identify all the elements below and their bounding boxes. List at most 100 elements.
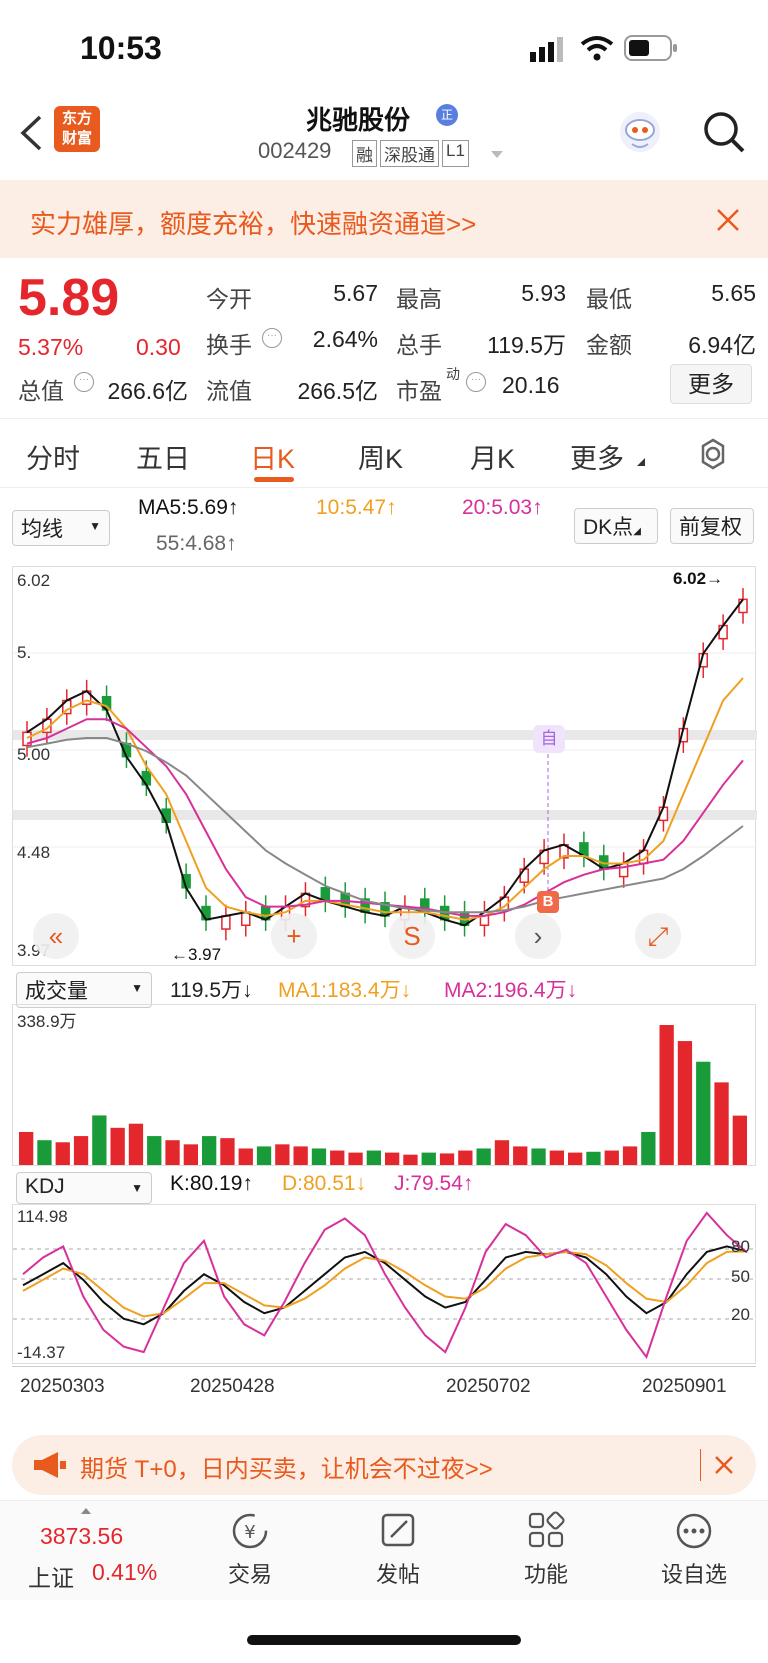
back-arrow-icon[interactable] (18, 114, 44, 152)
volume-bar (183, 1144, 198, 1165)
promo-banner[interactable]: 实力雄厚，额度充裕，快速融资通道>> (0, 180, 768, 258)
volume-bar (732, 1115, 747, 1165)
y-label-max: 6.02 (17, 571, 51, 590)
volume-label: 总手 (396, 332, 442, 358)
volume-bar (659, 1025, 674, 1165)
robot-assistant-icon[interactable] (616, 108, 664, 156)
kdj-min-label: -14.37 (17, 1343, 66, 1362)
amount-label: 金额 (586, 332, 632, 358)
logo-text-line-2: 财富 (61, 130, 92, 147)
change-amount: 0.30 (136, 334, 181, 360)
pe-label: 市盈 (396, 378, 442, 404)
volume-bar (513, 1146, 528, 1165)
buy-marker[interactable]: B (537, 891, 559, 913)
self-marker[interactable]: 自 (533, 725, 565, 753)
index-value[interactable]: 3873.56 (40, 1523, 123, 1550)
volume-bar (622, 1146, 638, 1165)
candle (618, 862, 629, 878)
ma55-legend: 55:4.68↑ (156, 532, 237, 555)
info-icon[interactable]: ··· (466, 372, 486, 392)
zoom-in-button[interactable]: + (271, 913, 317, 959)
nav-post[interactable]: 发帖 (348, 1511, 448, 1589)
adjust-button[interactable]: 前复权 (670, 508, 754, 544)
volume-bar (55, 1142, 70, 1165)
volume-bar (641, 1131, 656, 1165)
kdj-chart[interactable] (13, 1205, 757, 1365)
volume-bar (458, 1150, 473, 1165)
more-triangle-icon[interactable] (636, 457, 646, 467)
nav-trade[interactable]: ¥ 交易 (200, 1511, 300, 1589)
fullscreen-button[interactable]: ⤢ (635, 913, 681, 959)
bottom-nav: 3873.56 上证 0.41% ¥ 交易 发帖 功能 设自选 (0, 1500, 768, 1600)
low-label: 最低 (586, 286, 632, 312)
kdj-line-j (22, 1211, 748, 1360)
logo-text-line-1: 东方 (61, 110, 92, 127)
kdj-panel[interactable]: 114.98 -14.37 80 50 20 (12, 1204, 757, 1365)
index-change[interactable]: 0.41% (92, 1559, 157, 1586)
volume-bar (421, 1152, 436, 1165)
next-button[interactable]: › (515, 913, 561, 959)
gear-icon[interactable] (696, 437, 730, 471)
period-tabs: 分时 五日 日K 周K 月K 更多 (0, 418, 768, 488)
y-label: 5. (17, 643, 32, 662)
info-icon[interactable]: ··· (262, 328, 282, 348)
date-label: 20250901 (642, 1376, 727, 1397)
battery-icon (624, 35, 677, 61)
ma10-legend: 10:5.47↑ (316, 496, 397, 519)
kdj-select-label: KDJ (25, 1175, 65, 1198)
candle (141, 770, 152, 786)
float-cap-label: 流值 (206, 378, 252, 404)
volume-bar (19, 1131, 34, 1165)
kdj-select[interactable]: KDJ ▼ (16, 1172, 152, 1204)
sell-signal-button[interactable]: S (389, 913, 435, 959)
tab-five-day[interactable]: 五日 (136, 437, 190, 476)
info-icon[interactable]: ··· (74, 372, 94, 392)
nav-trade-label: 交易 (227, 1562, 272, 1587)
volume-bar (403, 1154, 418, 1165)
amount-value: 6.94亿 (688, 332, 756, 358)
futures-banner[interactable]: 期货 T+0，日内买卖，让机会不过夜>> (12, 1435, 756, 1495)
tab-more[interactable]: 更多 (570, 437, 624, 476)
close-icon[interactable] (714, 1455, 734, 1475)
tab-daily-k[interactable]: 日K (250, 437, 295, 476)
search-icon[interactable] (702, 110, 746, 154)
tab-monthly-k[interactable]: 月K (470, 437, 515, 476)
index-name[interactable]: 上证 (28, 1559, 74, 1593)
candle (221, 915, 231, 930)
ma20-value: 20:5.03 (462, 496, 533, 519)
volume-bar (568, 1152, 583, 1165)
ma5-value: MA5:5.69 (138, 496, 228, 519)
volume-panel[interactable]: 338.9万 (12, 1004, 756, 1166)
date-axis (12, 1366, 756, 1370)
kdj-level-label: 50 (731, 1267, 750, 1286)
tab-weekly-k[interactable]: 周K (358, 437, 403, 476)
candlestick-chart[interactable] (13, 567, 757, 967)
dropdown-triangle-icon[interactable] (490, 150, 504, 160)
y-label: 5.00 (17, 745, 51, 764)
close-icon[interactable] (716, 208, 740, 232)
caret-up-icon (81, 1508, 91, 1514)
volume-select-label: 成交量 (25, 980, 88, 1003)
candle (201, 905, 211, 921)
max-price-marker: 6.02→ (673, 569, 724, 588)
dk-point-button[interactable]: DK点◢ (574, 508, 658, 544)
tag-connect: 深股通 (380, 140, 439, 167)
promo-banner-text[interactable]: 实力雄厚，额度充裕，快速融资通道>> (30, 204, 476, 241)
nav-functions[interactable]: 功能 (496, 1511, 596, 1589)
high-label: 最高 (396, 286, 442, 312)
nav-add-watchlist-label: 设自选 (660, 1562, 727, 1587)
app-logo[interactable]: 东方 财富 (54, 106, 100, 152)
more-button[interactable]: 更多 (670, 364, 752, 404)
ma-select[interactable]: 均线 ▼ (12, 510, 110, 546)
tab-intraday[interactable]: 分时 (26, 437, 80, 476)
current-price: 5.89 (18, 269, 120, 327)
scroll-left-button[interactable]: « (33, 913, 79, 959)
volume-chart[interactable] (13, 1005, 757, 1167)
nav-add-watchlist[interactable]: 设自选 (644, 1511, 744, 1589)
max-price-value: 6.02 (673, 569, 707, 588)
float-cap-value: 266.5亿 (297, 378, 378, 404)
banner-divider (700, 1449, 701, 1481)
volume-select[interactable]: 成交量 ▼ (16, 972, 152, 1008)
futures-banner-text[interactable]: 期货 T+0，日内买卖，让机会不过夜>> (80, 1449, 493, 1484)
price-chart-panel[interactable]: 6.02 5. 5.00 4.48 3.97 6.02→ ←3.97 自 B «… (12, 566, 757, 967)
